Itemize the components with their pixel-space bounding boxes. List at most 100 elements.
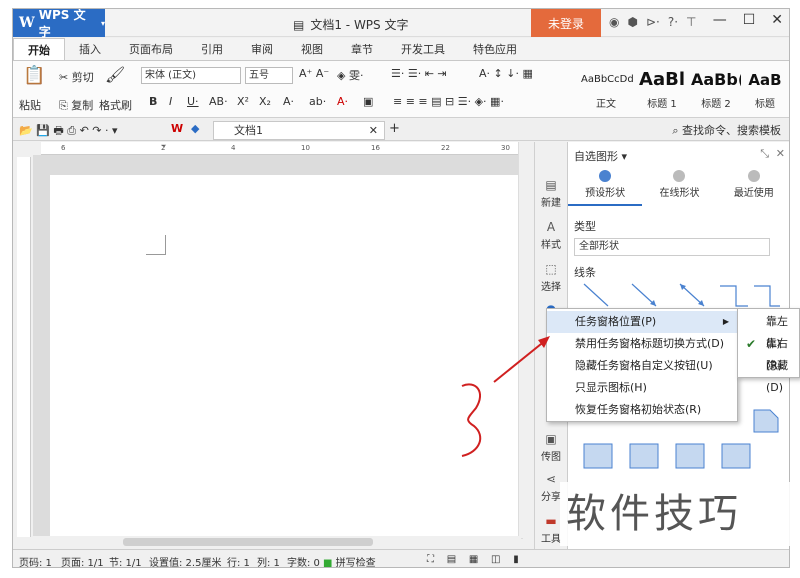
paste-icon[interactable]: 📋 (23, 65, 45, 86)
pane-title[interactable]: 自选图形 ▾ (574, 148, 627, 164)
submenu-item-hide[interactable]: 隐藏(D) (738, 355, 799, 394)
menu-item-icons-only[interactable]: 只显示图标(H) (547, 377, 737, 399)
ruler-tick: 2 (161, 144, 166, 152)
view-mode-icons[interactable]: ⛶ ▤ ▦ ◫ ▮ (427, 554, 519, 565)
tab-online-shapes[interactable]: 在线形状 (642, 170, 716, 206)
clear-format-icon[interactable]: ◈ 雯· (337, 67, 363, 83)
cut-button[interactable]: ✂ 剪切 (59, 69, 94, 85)
sidebar-item-new[interactable]: ▤ 新建 (535, 178, 567, 209)
copy-icon: ⎘ (59, 99, 72, 112)
style-heading-1[interactable]: AaBl 标题 1 (637, 65, 687, 115)
tab-layout[interactable]: 页面布局 (115, 38, 187, 60)
horizontal-scrollbar[interactable] (33, 536, 521, 548)
status-pages: 页面: 1/1 (61, 558, 104, 568)
menu-item-pane-position[interactable]: 任务窗格位置(P) ▶ (547, 311, 737, 333)
cube-icon[interactable]: ◆ (191, 122, 199, 135)
checkmark-icon: ✔ (746, 337, 757, 351)
type-select[interactable]: 全部形状 (574, 238, 770, 256)
style-normal[interactable]: AaBbCcDd 正文 (581, 65, 634, 115)
horizontal-ruler[interactable]: ⏷ 6 2 4 10 16 22 30 (41, 142, 521, 155)
select-icon: ⬚ (545, 262, 557, 276)
search-box[interactable]: ⌕ 查找命令、搜索模板 (672, 122, 781, 138)
status-dot-icon: ■ (323, 558, 333, 568)
skin-icon[interactable]: ◉ (609, 15, 619, 29)
feedback-icon[interactable]: ⊳· (646, 15, 660, 29)
italic-icon[interactable]: I (169, 95, 172, 108)
tab-developer[interactable]: 开发工具 (387, 38, 459, 60)
watermark: 软件技巧 (560, 482, 800, 546)
login-button[interactable]: 未登录 (531, 9, 601, 37)
app-menu-button[interactable]: W WPS 文字 ▾ (13, 9, 105, 39)
sidebar-item-select[interactable]: ⬚ 选择 (535, 262, 567, 293)
type-label: 类型 (574, 220, 596, 233)
preset-shape-icon (599, 170, 612, 182)
brush-icon[interactable]: 🖌 (105, 65, 125, 84)
submenu-item-left[interactable]: 靠左(L) (738, 311, 799, 350)
tab-review[interactable]: 审阅 (237, 38, 287, 60)
style-title[interactable]: AaB 标题 (745, 65, 785, 115)
tab-references[interactable]: 引用 (187, 38, 237, 60)
sidebar-item-style[interactable]: A 样式 (535, 220, 567, 251)
submenu-item-right[interactable]: ✔ 靠右(R) (738, 333, 799, 372)
text-effect-icon[interactable]: A· (283, 95, 294, 108)
ruler-tick: 6 (61, 144, 66, 152)
font-color-icon[interactable]: A· (337, 95, 348, 108)
ruler-tick: 10 (301, 144, 310, 152)
char-shading-icon[interactable]: ▣ (363, 95, 373, 108)
tab-home[interactable]: 开始 (13, 38, 65, 60)
window-controls: — ☐ ✕ (713, 12, 783, 28)
tab-features[interactable]: 特色应用 (459, 38, 531, 60)
sort-icon[interactable]: A· ↕ ↓· ▦ (479, 67, 533, 80)
help-icon[interactable]: ?· (668, 15, 678, 29)
line-shapes[interactable] (574, 280, 784, 310)
chevron-right-icon: ▶ (722, 317, 729, 326)
tab-view[interactable]: 视图 (287, 38, 337, 60)
window-title: ▤ 文档1 - WPS 文字 (293, 17, 409, 33)
tab-chapter[interactable]: 章节 (337, 38, 387, 60)
scroll-thumb[interactable] (123, 538, 373, 546)
highlight-icon[interactable]: ab· (309, 95, 326, 108)
status-col: 列: 1 (257, 558, 280, 568)
context-menu: 任务窗格位置(P) ▶ 禁用任务窗格标题切换方式(D) 隐藏任务窗格自定义按钮(U… (546, 308, 738, 422)
maximize-icon[interactable]: ☐ (743, 12, 756, 28)
style-heading-2[interactable]: AaBb( 标题 2 (691, 65, 741, 115)
close-pane-icon[interactable]: ✕ (776, 147, 785, 160)
status-page-number: 页码: 1 (19, 558, 52, 568)
bold-icon[interactable]: B (149, 95, 157, 108)
minimize-ribbon-icon[interactable]: ⊤ (686, 15, 696, 29)
close-tab-icon[interactable]: ✕ (369, 122, 378, 139)
quick-access-icons[interactable]: 📂 💾 🖶 ⎙ ↶ ↷ · ▾ (19, 122, 118, 141)
tab-recent[interactable]: 最近使用 (717, 170, 789, 206)
undock-icon[interactable]: ⤡ (760, 147, 769, 161)
font-grow-icon[interactable]: A⁺ A⁻ (299, 67, 329, 80)
tab-preset-shapes[interactable]: 预设形状 (568, 170, 643, 206)
new-tab-icon[interactable]: + (389, 121, 400, 136)
strikethrough-icon[interactable]: AB· (209, 95, 228, 108)
clock-icon (747, 170, 760, 182)
wps-icon[interactable]: W (171, 122, 183, 135)
menu-item-hide-custom-button[interactable]: 隐藏任务窗格自定义按钮(U) (547, 355, 737, 377)
annotation-arrow (461, 336, 550, 457)
minimize-icon[interactable]: — (713, 12, 727, 28)
vertical-ruler[interactable] (17, 157, 31, 537)
close-icon[interactable]: ✕ (771, 12, 783, 28)
bullets-icon[interactable]: ☰· ☰· ⇤ ⇥ (391, 67, 447, 80)
size-select[interactable]: 五号 (245, 67, 293, 84)
copy-button[interactable]: ⎘ 复制 (59, 97, 93, 113)
align-icons[interactable]: ≡ ≡ ≡ ▤ ⊟ ☰· ◈· ▦· (393, 95, 504, 108)
status-row: 行: 1 (227, 558, 250, 568)
superscript-icon[interactable]: X² (237, 95, 249, 108)
spell-check-button[interactable]: ■ 拼写检查 (323, 554, 376, 568)
format-painter-button[interactable]: 格式刷 (99, 97, 132, 113)
paste-button[interactable]: 粘贴 (19, 97, 41, 113)
underline-icon[interactable]: U· (187, 95, 199, 108)
tab-insert[interactable]: 插入 (65, 38, 115, 60)
menu-item-disable-switch[interactable]: 禁用任务窗格标题切换方式(D) (547, 333, 737, 355)
font-select[interactable]: 宋体 (正文) (141, 67, 241, 84)
new-icon: ▤ (545, 178, 557, 192)
subscript-icon[interactable]: X₂ (259, 95, 271, 108)
ruler-tick: 22 (441, 144, 450, 152)
document-tab[interactable]: 文档1 ✕ (213, 121, 385, 140)
menu-item-restore-pane[interactable]: 恢复任务窗格初始状态(R) (547, 399, 737, 421)
settings-icon[interactable]: ⬢ (627, 15, 637, 29)
